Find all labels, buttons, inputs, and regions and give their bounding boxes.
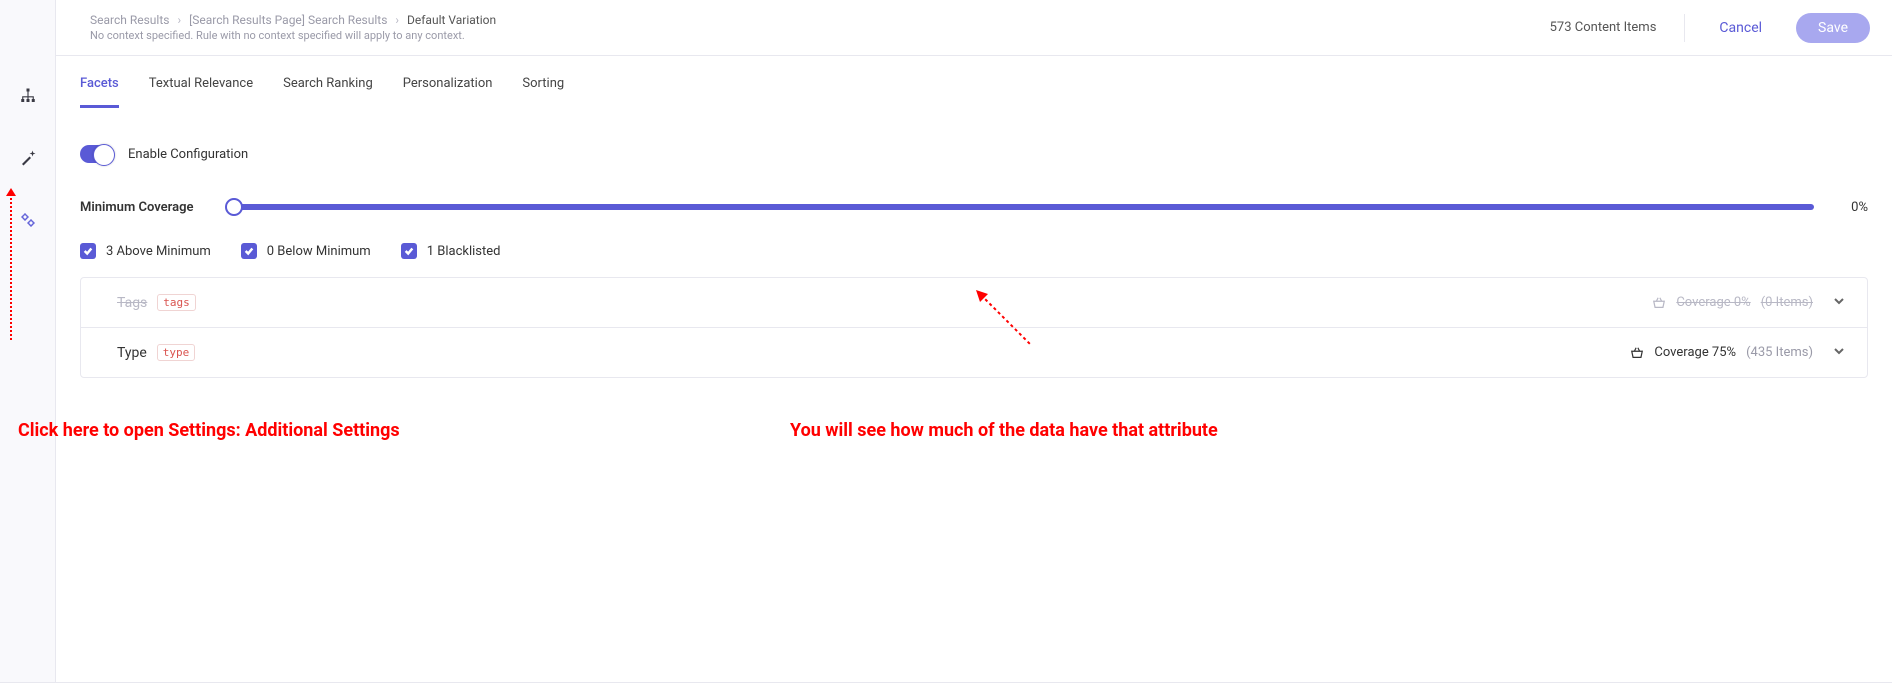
facet-name: Tags: [117, 295, 147, 311]
annotation-left-text: Click here to open Settings: Additional …: [18, 420, 400, 441]
coverage-text: Coverage 75%: [1654, 345, 1736, 360]
magic-wand-icon[interactable]: [0, 138, 56, 178]
min-coverage-row: Minimum Coverage 0%: [80, 197, 1868, 217]
coverage-text: Coverage 0%: [1676, 295, 1750, 310]
checkbox-icon: [80, 243, 96, 259]
basket-icon: [1652, 296, 1666, 310]
facet-row-tags[interactable]: Tags tags Coverage 0% (0 Items): [81, 278, 1867, 328]
filter-below-min[interactable]: 0 Below Minimum: [241, 243, 371, 259]
min-coverage-value: 0%: [1838, 200, 1868, 215]
tab-search-ranking[interactable]: Search Ranking: [283, 76, 373, 108]
filter-label: 1 Blacklisted: [427, 244, 501, 259]
annotation-arrow-right: [976, 290, 1046, 360]
chevron-down-icon[interactable]: [1813, 295, 1845, 311]
facet-tag: tags: [157, 294, 196, 311]
tab-facets[interactable]: Facets: [80, 76, 119, 108]
coverage-items: (435 Items): [1746, 345, 1813, 360]
app-root: E Search Results › [Search Results Page]…: [0, 0, 1892, 683]
facet-coverage: Coverage 0% (0 Items): [1652, 295, 1813, 310]
filter-blacklisted[interactable]: 1 Blacklisted: [401, 243, 501, 259]
filter-label: 0 Below Minimum: [267, 244, 371, 259]
coverage-items: (0 Items): [1761, 295, 1813, 310]
slider-track: [234, 204, 1814, 210]
facet-name: Type: [117, 345, 147, 361]
min-coverage-label: Minimum Coverage: [80, 200, 210, 215]
tab-textual-relevance[interactable]: Textual Relevance: [149, 76, 253, 108]
annotation-arrow-left: [10, 190, 12, 340]
facet-row-type[interactable]: Type type Coverage 75% (435 Items): [81, 328, 1867, 377]
chevron-down-icon[interactable]: [1813, 345, 1845, 361]
slider-thumb[interactable]: [225, 198, 243, 216]
facet-list: Tags tags Coverage 0% (0 Items) Type typ…: [80, 277, 1868, 378]
sidebar: [0, 0, 56, 682]
facet-tag: type: [157, 344, 196, 361]
enable-config-row: Enable Configuration: [80, 145, 1868, 163]
sitemap-icon[interactable]: [0, 76, 56, 116]
tab-sorting[interactable]: Sorting: [522, 76, 564, 108]
facet-coverage: Coverage 75% (435 Items): [1630, 345, 1813, 360]
enable-config-toggle[interactable]: [80, 145, 114, 163]
annotation-right-text: You will see how much of the data have t…: [790, 420, 1218, 441]
basket-icon: [1630, 346, 1644, 360]
filter-row: 3 Above Minimum 0 Below Minimum 1 Blackl…: [80, 243, 1868, 259]
tab-bar: Facets Textual Relevance Search Ranking …: [80, 76, 1868, 109]
checkbox-icon: [401, 243, 417, 259]
enable-config-label: Enable Configuration: [128, 147, 248, 162]
filter-label: 3 Above Minimum: [106, 244, 211, 259]
tab-personalization[interactable]: Personalization: [403, 76, 493, 108]
min-coverage-slider[interactable]: [234, 197, 1814, 217]
filter-above-min[interactable]: 3 Above Minimum: [80, 243, 211, 259]
settings-gears-icon[interactable]: [0, 200, 56, 240]
checkbox-icon: [241, 243, 257, 259]
main-panel: Facets Textual Relevance Search Ranking …: [56, 0, 1892, 682]
